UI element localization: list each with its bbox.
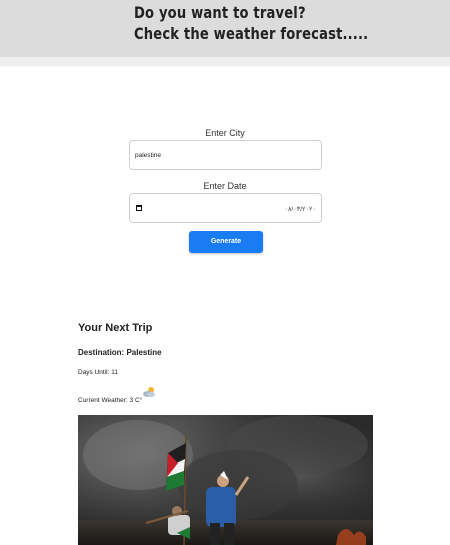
destination-text: Destination: Palestine: [78, 348, 162, 357]
city-input-value: palestine: [135, 152, 162, 159]
days-until: Days Until: 11: [78, 369, 118, 376]
date-label: Enter Date: [203, 181, 247, 191]
city-input[interactable]: palestine: [129, 140, 322, 170]
city-label: Enter City: [205, 128, 245, 138]
date-input[interactable]: ٠٨/٠٣/٢٠٢٠: [129, 193, 322, 223]
partly-cloudy-icon: [143, 387, 155, 397]
main-content: Enter City palestine Enter Date ٠٨/٠٣/٢٠…: [0, 66, 450, 545]
date-input-value: ٠٨/٠٣/٢٠٢٠: [284, 206, 316, 213]
generate-button[interactable]: Generate: [189, 231, 263, 253]
header-title-line-1: Do you want to travel?: [134, 3, 306, 22]
header-divider: [0, 57, 450, 66]
page-header: Do you want to travel? Check the weather…: [0, 0, 450, 57]
days-until-value: 11: [111, 369, 118, 376]
current-weather-text: Current Weather: 3 C°: [78, 397, 143, 404]
destination-photo-image: [78, 415, 373, 545]
days-until-label: Days Until:: [78, 369, 110, 376]
calendar-icon[interactable]: [136, 205, 142, 211]
trip-title: Your Next Trip: [78, 322, 153, 334]
destination-photo: [78, 415, 373, 545]
header-title-line-2: Check the weather forecast.....: [134, 24, 369, 43]
